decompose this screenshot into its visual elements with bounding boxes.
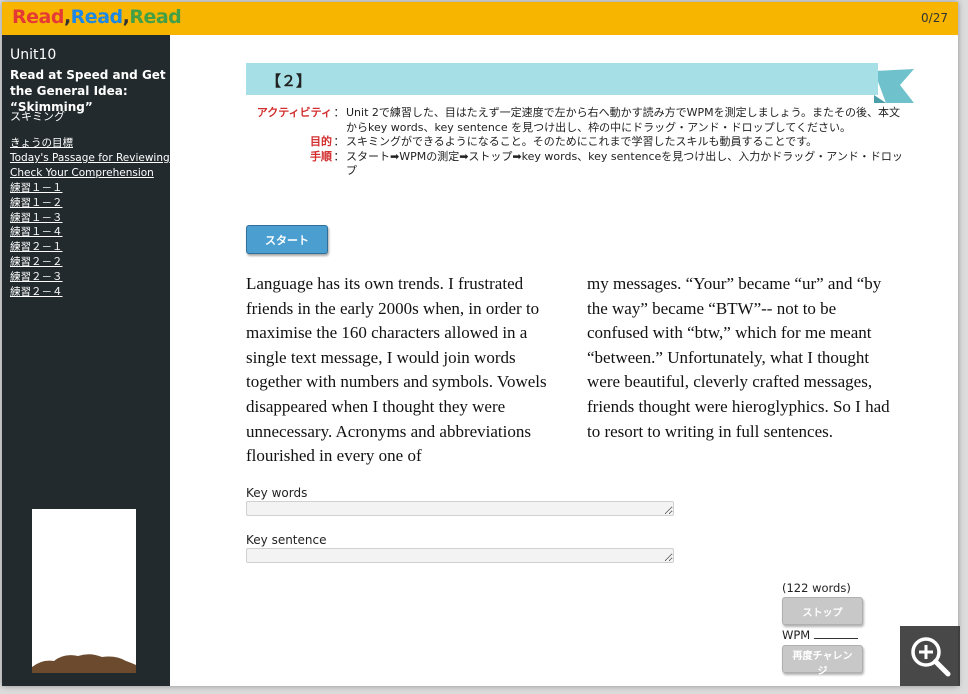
passage-line: “between.” Unfortunately, what I thought bbox=[587, 347, 870, 367]
unit-number: Unit10 bbox=[10, 47, 57, 63]
instruction-label: アクティビティ bbox=[256, 106, 332, 119]
passage-line: were beautiful, cleverly crafted message… bbox=[587, 372, 873, 392]
section-ribbon bbox=[246, 63, 914, 103]
sidebar: Unit10 Read at Speed and Get the General… bbox=[2, 35, 170, 686]
progress-gauge bbox=[32, 509, 136, 673]
sidebar-item-practice-1-4[interactable]: 練習１－４ bbox=[10, 225, 170, 240]
sidebar-item-practice-1-3[interactable]: 練習１－３ bbox=[10, 211, 170, 226]
key-sentence-field[interactable] bbox=[246, 548, 674, 563]
instruction-label: 目的 bbox=[310, 135, 332, 148]
instruction-colon: ： bbox=[333, 135, 345, 148]
key-sentence-label: Key sentence bbox=[246, 533, 327, 547]
passage-line: the way” became “BTW”-- not to be bbox=[587, 298, 837, 318]
passage-line: my messages. “Your” became “ur” and “by bbox=[587, 274, 882, 293]
sidebar-item-goal[interactable]: きょうの目標 bbox=[10, 136, 170, 151]
unit-subtitle: スキミング bbox=[10, 110, 65, 123]
passage-line: to resort to writing in full sentences. bbox=[587, 421, 833, 441]
zoom-button[interactable] bbox=[900, 626, 960, 686]
passage-line: unnecessary. Acronyms and abbreviations bbox=[246, 421, 531, 441]
instruction-text: Unit 2で練習した、目はたえず一定速度で左から右へ動かす読み方でWPMを測定… bbox=[346, 106, 901, 134]
passage-line: disappeared when I thought they were bbox=[246, 396, 506, 416]
passage-line: Language has its own trends. I frustrate… bbox=[246, 274, 524, 293]
wpm-label: WPM bbox=[782, 628, 811, 642]
instruction-purpose: 目的 ： スキミングができるようになること。そのためにこれまで学習したスキルも動… bbox=[246, 135, 906, 150]
instruction-text: スキミングができるようになること。そのためにこれまで学習したスキルも動員すること… bbox=[346, 135, 818, 148]
app-logo: Read,Read,Read bbox=[12, 6, 182, 28]
passage-column-right: my messages. “Your” became “ur” and “by … bbox=[587, 272, 890, 444]
passage-line: friends in the early 2000s when, in orde… bbox=[246, 298, 540, 318]
logo-word-1: Read bbox=[12, 6, 64, 28]
top-bar: Read,Read,Read 0/27 bbox=[2, 2, 958, 35]
passage-line: maximise the 160 characters allowed in a bbox=[246, 323, 528, 343]
sidebar-item-passage-review[interactable]: Today's Passage for Reviewing bbox=[10, 151, 170, 166]
instructions: アクティビティ ： Unit 2で練習した、目はたえず一定速度で左から右へ動かす… bbox=[246, 106, 906, 179]
instruction-colon: ： bbox=[333, 106, 345, 119]
app-window: Read,Read,Read 0/27 Unit10 Read at Speed… bbox=[2, 2, 958, 686]
passage-line: friends thought were hieroglyphics. So I… bbox=[587, 396, 890, 416]
sidebar-nav: きょうの目標 Today's Passage for Reviewing Che… bbox=[10, 136, 170, 300]
logo-word-2: Read bbox=[70, 6, 123, 28]
retry-button[interactable]: 再度チャレンジ bbox=[782, 645, 863, 677]
instruction-text: スタート➡WPMの測定➡ストップ➡key words、key sentenceを… bbox=[346, 149, 903, 178]
sidebar-item-practice-2-3[interactable]: 練習２－３ bbox=[10, 270, 170, 285]
sidebar-item-practice-2-1[interactable]: 練習２－１ bbox=[10, 240, 170, 255]
wpm-readout: WPM bbox=[782, 628, 859, 642]
key-words-label: Key words bbox=[246, 486, 308, 500]
sidebar-item-comprehension[interactable]: Check Your Comprehension bbox=[10, 166, 170, 181]
sidebar-item-practice-1-1[interactable]: 練習１－１ bbox=[10, 181, 170, 196]
passage-line: confused with “btw,” which for me meant bbox=[587, 323, 872, 343]
key-words-field[interactable] bbox=[246, 501, 674, 516]
sidebar-item-practice-1-2[interactable]: 練習１－２ bbox=[10, 196, 170, 211]
section-label: 【２】 bbox=[266, 72, 312, 90]
instruction-activity: アクティビティ ： Unit 2で練習した、目はたえず一定速度で左から右へ動かす… bbox=[246, 106, 906, 135]
progress-mound-icon bbox=[32, 654, 136, 673]
wpm-value-blank bbox=[814, 628, 859, 639]
passage-line: flourished in every one of bbox=[246, 446, 422, 466]
main-content: 【２】 アクティビティ ： Unit 2で練習した、目はたえず一定速度で左から右… bbox=[170, 35, 958, 686]
start-button[interactable]: スタート bbox=[246, 225, 328, 254]
instruction-label: 手順 bbox=[310, 149, 332, 163]
stop-button[interactable]: ストップ bbox=[782, 597, 863, 625]
passage-line: single text message, I would join words bbox=[246, 347, 516, 367]
sidebar-item-practice-2-4[interactable]: 練習２－４ bbox=[10, 285, 170, 300]
passage-column-left: Language has its own trends. I frustrate… bbox=[246, 272, 547, 469]
sidebar-item-practice-2-2[interactable]: 練習２－２ bbox=[10, 255, 170, 270]
zoom-in-icon bbox=[911, 637, 951, 677]
instruction-procedure: 手順 ： スタート➡WPMの測定➡ストップ➡key words、key sent… bbox=[246, 150, 906, 179]
page-counter: 0/27 bbox=[921, 11, 948, 25]
instruction-colon: ： bbox=[333, 149, 345, 163]
passage-line: together with numbers and symbols. Vowel… bbox=[246, 372, 547, 392]
logo-comma-1: , bbox=[63, 6, 71, 28]
logo-word-3: Read bbox=[129, 6, 182, 28]
word-count: (122 words) bbox=[782, 581, 851, 595]
